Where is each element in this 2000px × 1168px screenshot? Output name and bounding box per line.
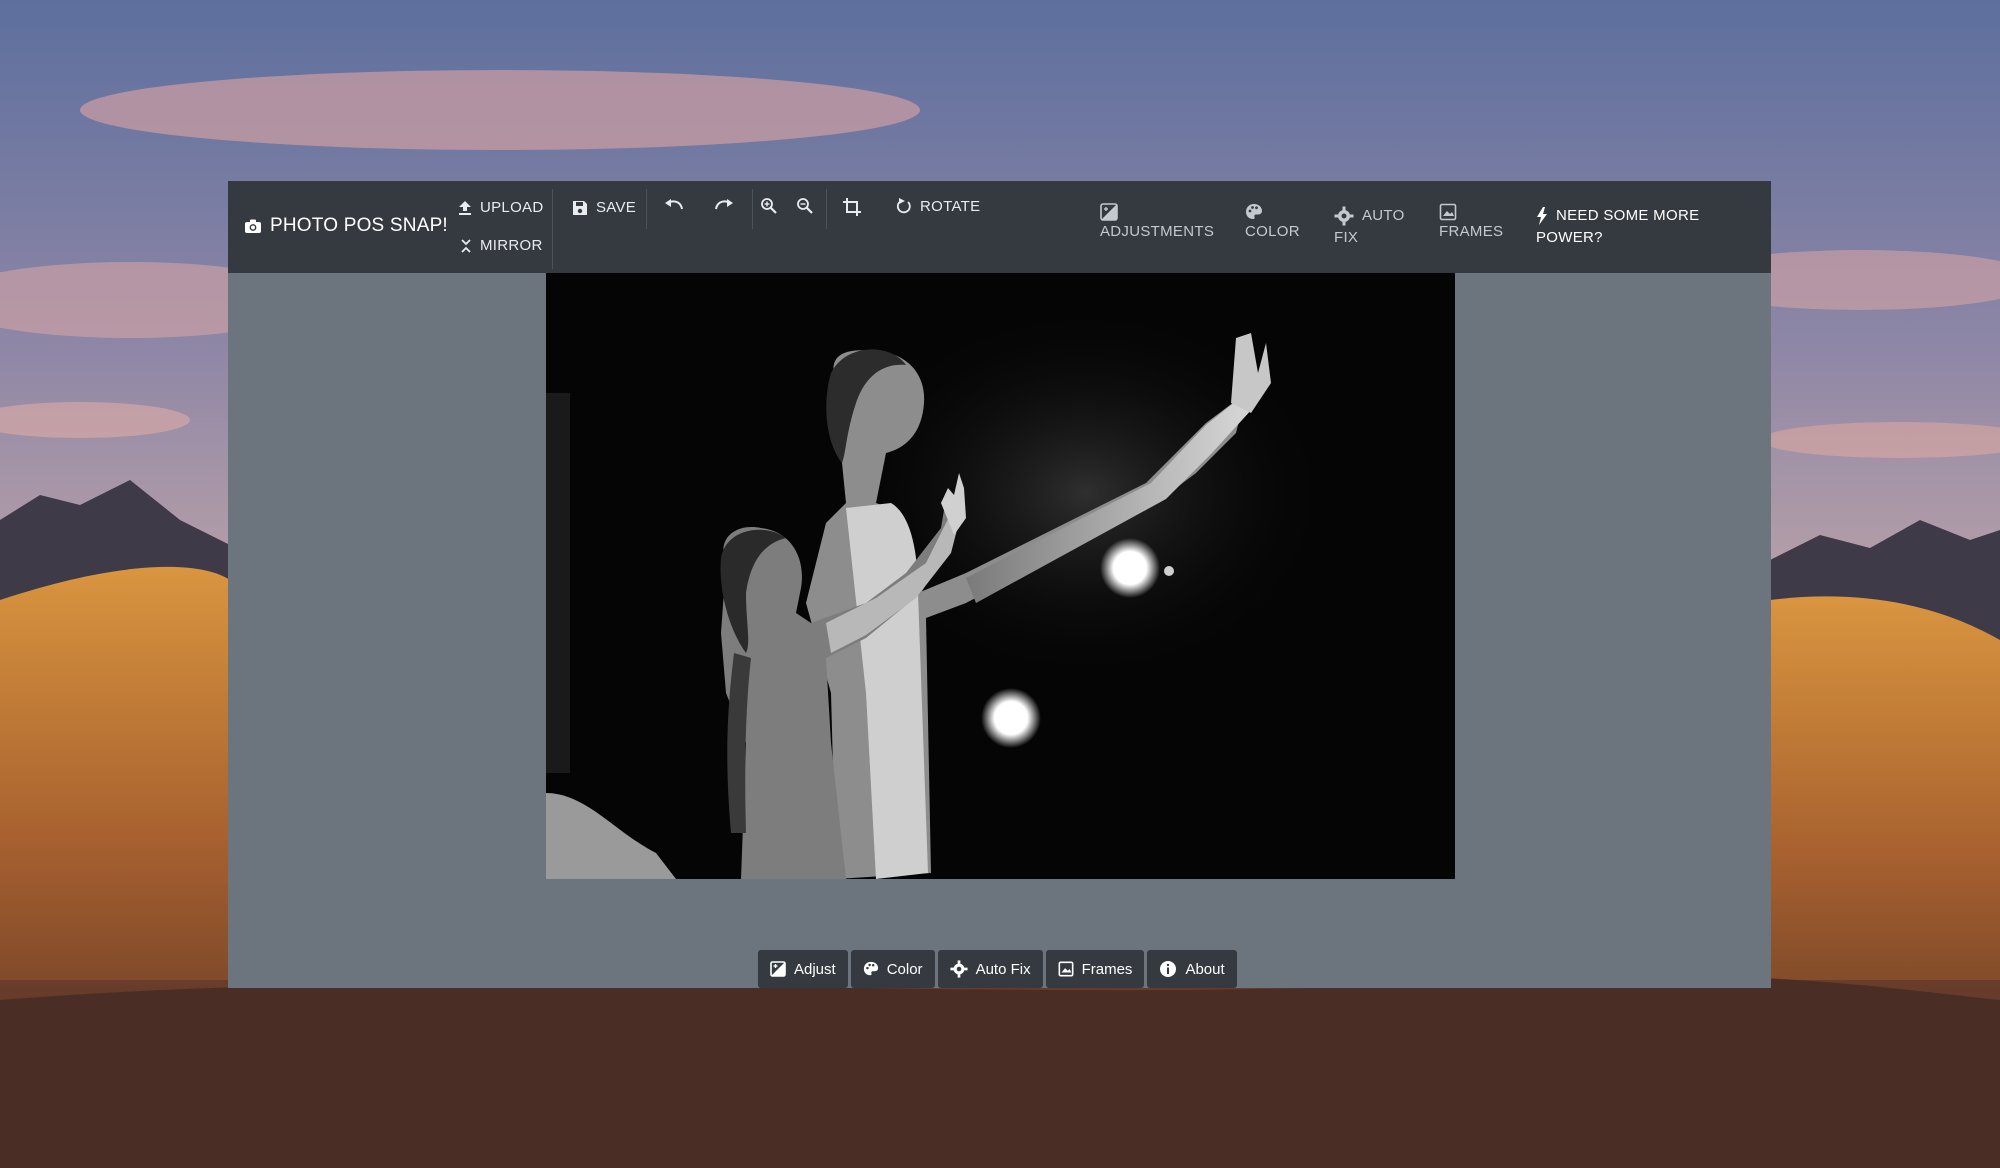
rotate-label: ROTATE (920, 197, 981, 215)
redo-icon (714, 199, 734, 213)
nav-auto-fix-label-1: AUTO (1362, 207, 1405, 224)
zoom-out-button[interactable] (796, 197, 814, 215)
upload-label: UPLOAD (480, 199, 544, 216)
upload-button[interactable]: UPLOAD (458, 199, 544, 216)
zoom-in-icon (760, 197, 778, 215)
nav-power-upgrade[interactable]: NEED SOME MORE POWER? (1536, 205, 1699, 249)
tab-adjust[interactable]: Adjust (758, 950, 848, 988)
crop-icon (842, 197, 862, 217)
mirror-icon (460, 238, 472, 254)
save-label: SAVE (596, 199, 637, 216)
adjustments-icon (1100, 203, 1118, 221)
photo-editor-window: PHOTO POS SNAP! UPLOAD MIRROR SAVE ROTAT… (228, 181, 1771, 988)
undo-icon (664, 199, 684, 213)
gear-icon (950, 960, 968, 978)
top-toolbar: PHOTO POS SNAP! UPLOAD MIRROR SAVE ROTAT… (228, 181, 1771, 273)
toolbar-divider (552, 189, 553, 269)
mirror-button[interactable]: MIRROR (460, 237, 543, 254)
info-icon (1159, 960, 1177, 978)
gear-icon (1334, 206, 1354, 226)
image-icon (1439, 203, 1457, 221)
nav-color[interactable]: COLOR (1245, 203, 1300, 243)
tab-color-label: Color (886, 960, 923, 978)
bolt-icon (1536, 207, 1548, 225)
nav-adjustments[interactable]: ADJUSTMENTS (1100, 203, 1214, 243)
save-button[interactable]: SAVE (572, 199, 636, 216)
mirror-label: MIRROR (480, 237, 543, 254)
camera-icon (244, 218, 262, 234)
tab-color[interactable]: Color (850, 950, 935, 988)
rotate-button[interactable]: ROTATE (896, 197, 980, 215)
nav-auto-fix[interactable]: AUTO FIX (1334, 205, 1405, 249)
zoom-in-button[interactable] (760, 197, 778, 215)
tab-frames-label: Frames (1081, 960, 1133, 978)
tab-about[interactable]: About (1147, 950, 1237, 988)
tab-about-label: About (1185, 960, 1225, 978)
nav-color-label: COLOR (1245, 223, 1300, 240)
toolbar-divider (752, 189, 753, 229)
nav-adjustments-label: ADJUSTMENTS (1100, 223, 1215, 240)
nav-power-label-2: POWER? (1536, 229, 1603, 246)
nav-auto-fix-label-2: FIX (1334, 229, 1359, 246)
rotate-icon (896, 197, 912, 215)
nav-frames-label: FRAMES (1439, 223, 1504, 240)
toolbar-divider (646, 189, 647, 229)
bottom-tab-bar: Adjust Color Auto Fix Frames About (758, 950, 1237, 988)
palette-icon (863, 961, 879, 977)
image-icon (1058, 961, 1074, 977)
redo-button[interactable] (714, 199, 734, 213)
crop-button[interactable] (842, 197, 862, 217)
tab-auto-fix-label: Auto Fix (975, 960, 1031, 978)
nav-frames[interactable]: FRAMES (1439, 203, 1503, 243)
undo-button[interactable] (664, 199, 684, 213)
edited-photo (546, 273, 1455, 879)
nav-power-label-1: NEED SOME MORE (1556, 207, 1700, 224)
tab-frames[interactable]: Frames (1045, 950, 1145, 988)
adjustments-icon (770, 961, 786, 977)
upload-icon (458, 200, 472, 216)
brand-name: PHOTO POS SNAP! (270, 215, 448, 236)
zoom-out-icon (796, 197, 814, 215)
palette-icon (1245, 203, 1263, 221)
tab-auto-fix[interactable]: Auto Fix (937, 950, 1043, 988)
tab-adjust-label: Adjust (794, 960, 836, 978)
floppy-disk-icon (572, 200, 588, 216)
brand-logo[interactable]: PHOTO POS SNAP! (244, 215, 448, 237)
photo-canvas[interactable] (546, 273, 1455, 879)
toolbar-divider (826, 189, 827, 229)
